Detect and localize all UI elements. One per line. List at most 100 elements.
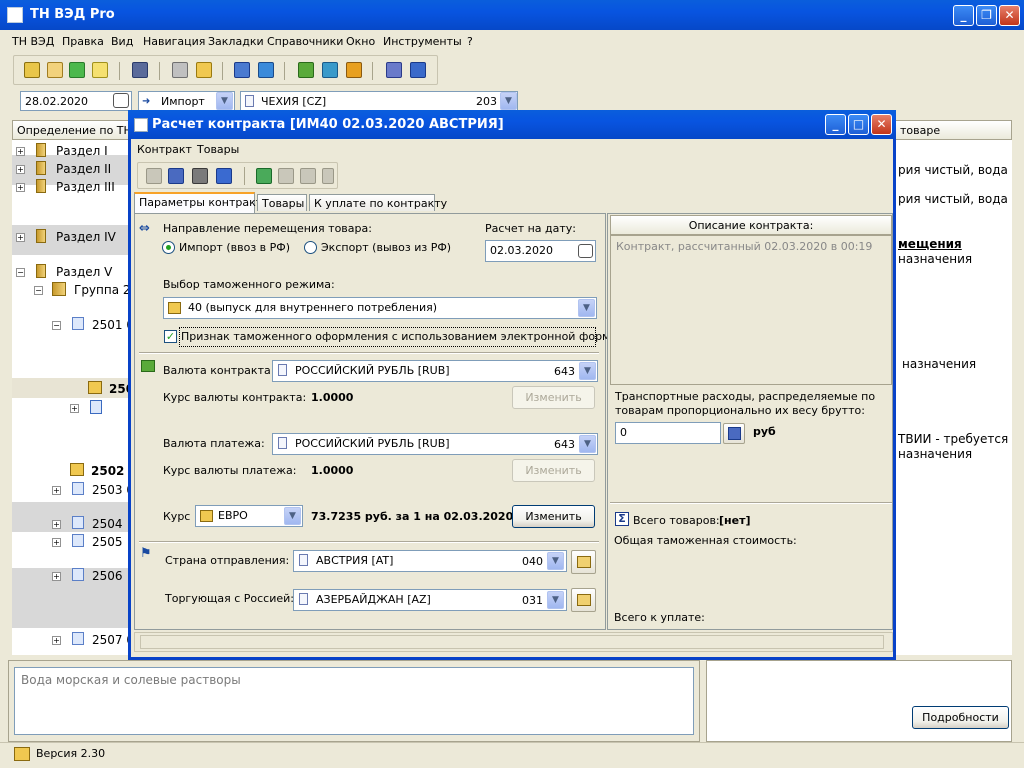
expand-icon[interactable]: + bbox=[52, 572, 61, 581]
expand-icon[interactable]: + bbox=[16, 233, 25, 242]
menu-help[interactable]: ? bbox=[467, 35, 473, 48]
arrows-icon[interactable] bbox=[322, 62, 338, 78]
help-icon[interactable] bbox=[322, 168, 334, 184]
menu-tnved[interactable]: ТН ВЭД bbox=[12, 35, 54, 48]
collapse-icon[interactable]: − bbox=[16, 268, 25, 277]
add-row-icon[interactable] bbox=[256, 168, 272, 184]
shield-icon[interactable] bbox=[346, 62, 362, 78]
dialog-menu-contract[interactable]: Контракт bbox=[137, 143, 192, 156]
expand-icon[interactable]: + bbox=[16, 183, 25, 192]
restore-button[interactable]: ❐ bbox=[976, 5, 997, 26]
regime-dropdown-button[interactable]: ▼ bbox=[578, 299, 595, 317]
edit-row-icon[interactable] bbox=[278, 168, 294, 184]
change-rate-button[interactable]: Изменить bbox=[512, 505, 595, 528]
transport-cost-field[interactable]: 0 bbox=[615, 422, 721, 444]
pencil-icon[interactable] bbox=[47, 62, 63, 78]
tree-item-2501[interactable]: 2501 00 bbox=[92, 318, 132, 332]
menu-view[interactable]: Вид bbox=[111, 35, 133, 48]
tree-item-2505[interactable]: 2505 bbox=[92, 535, 123, 549]
minimize-button[interactable]: _ bbox=[953, 5, 974, 26]
dialog-menu-goods[interactable]: Товары bbox=[197, 143, 239, 156]
description-text-box[interactable]: Контракт, рассчитанный 02.03.2020 в 00:1… bbox=[610, 235, 892, 385]
expand-icon[interactable]: + bbox=[52, 520, 61, 529]
contract-summary-panel: Описание контракта: Контракт, рассчитанн… bbox=[607, 213, 893, 630]
calculator-icon[interactable] bbox=[410, 62, 426, 78]
description-text: Контракт, рассчитанный 02.03.2020 в 00:1… bbox=[616, 240, 873, 253]
edit-icon[interactable] bbox=[168, 168, 184, 184]
right-text-link[interactable]: мещения bbox=[898, 237, 962, 251]
product-description-box[interactable]: Вода морская и солевые растворы bbox=[14, 667, 694, 735]
tree-item-2507[interactable]: 2507 00 bbox=[92, 633, 132, 647]
binoculars-icon[interactable] bbox=[132, 62, 148, 78]
expand-icon[interactable]: + bbox=[52, 538, 61, 547]
expand-icon[interactable]: + bbox=[52, 486, 61, 495]
payment-currency-select[interactable]: РОССИЙСКИЙ РУБЛЬ [RUB] bbox=[272, 433, 598, 455]
tab-contract-params[interactable]: Параметры контракта bbox=[134, 192, 269, 213]
rate-currency-dropdown[interactable]: ▼ bbox=[284, 507, 301, 525]
globe-icon[interactable] bbox=[234, 62, 250, 78]
dialog-minimize-button[interactable]: _ bbox=[825, 114, 846, 135]
contract-currency-dropdown[interactable]: ▼ bbox=[579, 362, 596, 380]
print-icon[interactable] bbox=[192, 168, 208, 184]
import-radio[interactable] bbox=[162, 241, 175, 254]
country-from-lookup-button[interactable] bbox=[571, 550, 596, 574]
add-icon[interactable] bbox=[69, 62, 85, 78]
edit-icon[interactable] bbox=[24, 62, 40, 78]
dialog-close-button[interactable]: ✕ bbox=[871, 114, 892, 135]
app-title-bar[interactable]: ТН ВЭД Pro _ ❐ ✕ bbox=[0, 0, 1024, 30]
menu-references[interactable]: Справочники bbox=[267, 35, 343, 48]
filter-icon[interactable] bbox=[386, 62, 402, 78]
close-button[interactable]: ✕ bbox=[999, 5, 1020, 26]
change-contract-rate-button[interactable]: Изменить bbox=[512, 386, 595, 409]
trading-country-dropdown[interactable]: ▼ bbox=[547, 591, 564, 609]
direction-dropdown-button[interactable]: ▼ bbox=[216, 92, 233, 110]
payment-currency-dropdown[interactable]: ▼ bbox=[579, 435, 596, 453]
tree-item-razdel-3[interactable]: Раздел III bbox=[56, 180, 115, 194]
trading-country-lookup-button[interactable] bbox=[571, 588, 596, 612]
menu-bookmarks[interactable]: Закладки bbox=[208, 35, 264, 48]
details-button[interactable]: Подробности bbox=[912, 706, 1009, 729]
note-icon[interactable] bbox=[92, 62, 108, 78]
collapse-icon[interactable]: − bbox=[34, 286, 43, 295]
delete-row-icon[interactable] bbox=[300, 168, 316, 184]
transport-edit-button[interactable] bbox=[723, 423, 745, 444]
export-radio[interactable] bbox=[304, 241, 317, 254]
contract-currency-select[interactable]: РОССИЙСКИЙ РУБЛЬ [RUB] bbox=[272, 360, 598, 382]
tab-payment[interactable]: К уплате по контракту bbox=[309, 194, 447, 211]
tree-item-2506[interactable]: 2506 bbox=[92, 569, 123, 583]
tab-goods[interactable]: Товары bbox=[257, 194, 307, 211]
tree-item-razdel-2[interactable]: Раздел II bbox=[56, 162, 111, 176]
tree-item-2502[interactable]: 2502 00 bbox=[91, 464, 132, 478]
tnved-tree[interactable]: + Раздел I + Раздел II + Раздел III + Ра… bbox=[12, 140, 132, 655]
money-icon[interactable] bbox=[298, 62, 314, 78]
menu-tools[interactable]: Инструменты bbox=[383, 35, 462, 48]
country-dropdown-button[interactable]: ▼ bbox=[500, 92, 517, 110]
expand-icon[interactable]: + bbox=[16, 165, 25, 174]
date-checkbox[interactable] bbox=[113, 93, 129, 108]
tree-item-razdel-5[interactable]: Раздел V bbox=[56, 265, 112, 279]
dialog-maximize-button[interactable]: □ bbox=[848, 114, 869, 135]
change-payment-rate-button[interactable]: Изменить bbox=[512, 459, 595, 482]
dialog-title-bar[interactable]: Расчет контракта [ИМ40 02.03.2020 АВСТРИ… bbox=[128, 110, 896, 139]
tree-item-2503[interactable]: 2503 00 bbox=[92, 483, 132, 497]
electronic-checkbox[interactable]: ✓ bbox=[164, 330, 177, 343]
expand-icon[interactable]: + bbox=[52, 636, 61, 645]
tree-icon[interactable] bbox=[172, 62, 188, 78]
expand-icon[interactable]: + bbox=[16, 147, 25, 156]
calculator-icon[interactable] bbox=[216, 168, 232, 184]
expand-icon[interactable]: + bbox=[70, 404, 79, 413]
ship-icon[interactable] bbox=[258, 62, 274, 78]
regime-select[interactable]: 40 (выпуск для внутреннего потребления) bbox=[163, 297, 597, 319]
new-icon[interactable] bbox=[146, 168, 162, 184]
collapse-icon[interactable]: − bbox=[52, 321, 61, 330]
menu-navigation[interactable]: Навигация bbox=[143, 35, 205, 48]
tree-item-gruppa[interactable]: Группа 25 bbox=[74, 283, 132, 297]
menu-window[interactable]: Окно bbox=[346, 35, 375, 48]
tree-item-razdel-1[interactable]: Раздел I bbox=[56, 144, 108, 158]
folder-icon[interactable] bbox=[196, 62, 212, 78]
country-from-dropdown[interactable]: ▼ bbox=[547, 552, 564, 570]
tree-item-2504[interactable]: 2504 bbox=[92, 517, 123, 531]
tree-item-razdel-4[interactable]: Раздел IV bbox=[56, 230, 116, 244]
calc-date-checkbox[interactable] bbox=[578, 244, 593, 258]
menu-edit[interactable]: Правка bbox=[62, 35, 104, 48]
